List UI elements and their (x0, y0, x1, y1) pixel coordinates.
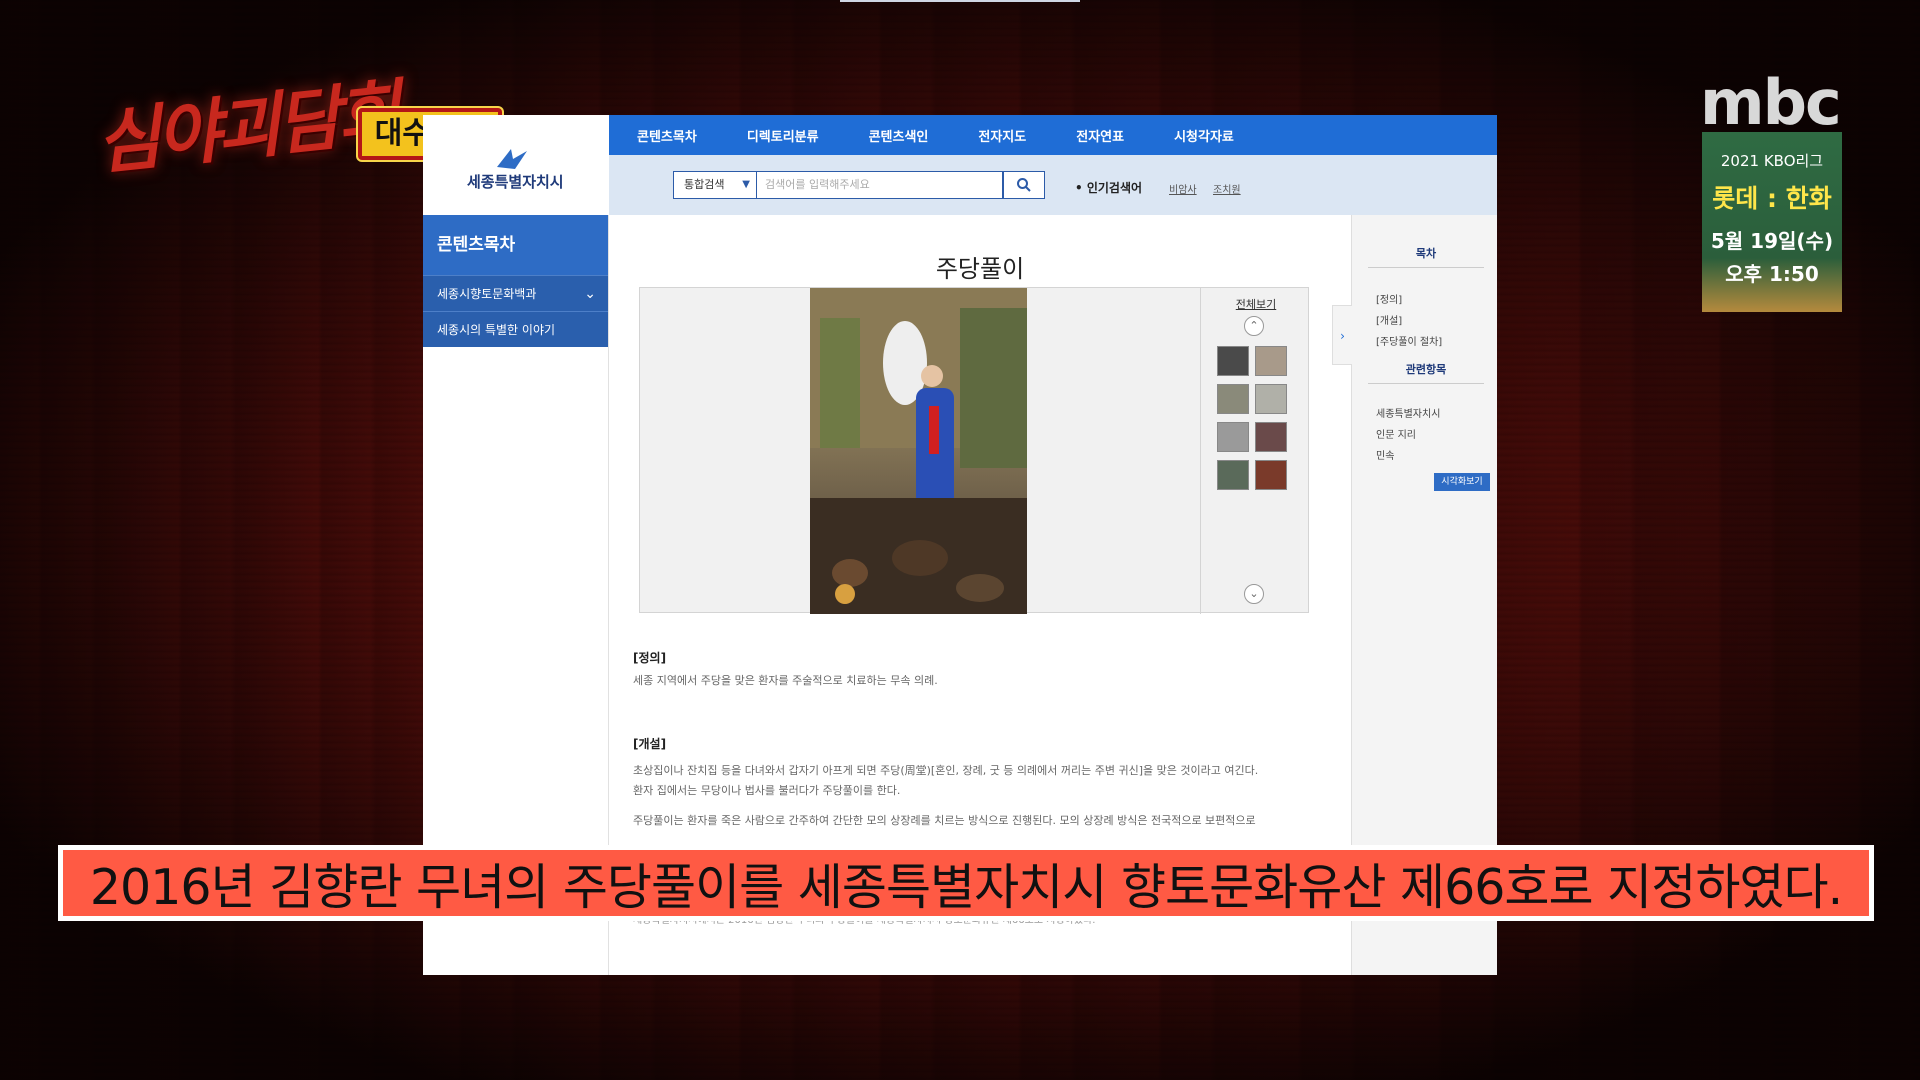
popular-term-1[interactable]: 비암사 (1169, 181, 1197, 196)
definition-text: 세종 지역에서 주당을 맞은 환자를 주술적으로 치료하는 무속 의례. (633, 674, 938, 687)
search-input[interactable]: 검색어를 입력해주세요 (757, 171, 1003, 199)
channel-logo: mbc (1700, 66, 1842, 139)
view-all-link[interactable]: 전체보기 (1201, 296, 1311, 312)
thumbnail[interactable] (1255, 422, 1287, 452)
subtitle-caption: 2016년 김향란 무녀의 주당풀이를 세종특별자치시 향토문화유산 제66호로… (58, 845, 1874, 921)
popular-term-2[interactable]: 조치원 (1213, 181, 1241, 196)
promo-line-3: 5월 19일(수) (1710, 229, 1834, 253)
show-title-logo: 심야괴담회 (92, 70, 402, 185)
overview-heading: [개설] (633, 737, 667, 751)
nav-item-directory[interactable]: 디렉토리분류 (747, 126, 819, 145)
page-title: 주당풀이 (935, 255, 1025, 283)
thumbnail[interactable] (1217, 384, 1249, 414)
overview-paragraph-1b: 환자 집에서는 무당이나 법사를 불러다가 주당풀이를 한다. (633, 784, 901, 797)
dropdown-caret-icon: ▼ (742, 179, 750, 190)
top-edge-strip (840, 0, 1080, 2)
chevron-up-icon[interactable]: ⌃ (1244, 316, 1264, 336)
site-logo[interactable]: 세종특별자치시 (423, 115, 609, 215)
main-nav: 콘텐츠목차 디렉토리분류 콘텐츠색인 전자지도 전자연표 시청각자료 (609, 115, 1497, 155)
sidebar-item-label: 세종시의 특별한 이야기 (437, 323, 556, 337)
main-photo[interactable] (810, 288, 1027, 614)
search-icon (1017, 178, 1031, 192)
definition-heading: [정의] (633, 651, 667, 665)
kbo-promo: 2021 KBO리그 롯데 : 한화 5월 19일(수) 오후 1:50 (1702, 132, 1842, 312)
thumbnail[interactable] (1217, 346, 1249, 376)
search-bar: 통합검색 ▼ 검색어를 입력해주세요 • 인기검색어 비암사 조치원 (609, 155, 1497, 215)
related-item-geography[interactable]: 인문 지리 (1376, 426, 1416, 441)
promo-line-1: 2021 KBO리그 (1720, 152, 1824, 170)
search-scope-label: 통합검색 (684, 178, 725, 191)
thumbnail[interactable] (1217, 422, 1249, 452)
overview-paragraph-1: 초상집이나 잔치집 등을 다녀와서 갑자기 아프게 되면 주당(周堂)[혼인, … (633, 764, 1259, 777)
visualize-button[interactable]: 시각화보기 (1434, 473, 1490, 491)
sidebar-item-stories[interactable]: 세종시의 특별한 이야기 (423, 311, 608, 347)
popular-search-label: • 인기검색어 (1075, 181, 1143, 195)
site-logo-text: 세종특별자치시 (467, 173, 564, 191)
thumbnail[interactable] (1255, 460, 1287, 490)
toc-item-overview[interactable]: [개설] (1376, 312, 1402, 327)
thumbnail-panel: 전체보기 ⌃ ⌄ (1200, 288, 1310, 614)
chevron-right-icon[interactable]: › (1332, 305, 1352, 365)
sidebar-item-encyclopedia[interactable]: 세종시향토문화백과 ⌄ (423, 275, 608, 311)
search-button[interactable] (1003, 171, 1045, 199)
toc-item-definition[interactable]: [정의] (1376, 291, 1402, 306)
nav-item-contents[interactable]: 콘텐츠목차 (637, 126, 697, 145)
related-item-sejong[interactable]: 세종특별자치시 (1376, 405, 1440, 420)
image-viewer: 전체보기 ⌃ ⌄ (639, 287, 1310, 614)
toc-heading: 목차 (1368, 245, 1484, 268)
thumbnail[interactable] (1255, 346, 1287, 376)
toc-item-procedure[interactable]: [주당풀이 절차] (1376, 333, 1442, 348)
thumbnail[interactable] (1217, 460, 1249, 490)
thumbnail[interactable] (1255, 384, 1287, 414)
nav-item-media[interactable]: 시청각자료 (1174, 126, 1234, 145)
nav-item-chronology[interactable]: 전자연표 (1076, 126, 1124, 145)
chevron-down-icon: ⌄ (584, 286, 596, 302)
search-scope-select[interactable]: 통합검색 ▼ (673, 171, 757, 199)
sejong-bird-icon (497, 149, 527, 169)
related-heading: 관련항목 (1368, 361, 1484, 384)
related-item-folklore[interactable]: 민속 (1376, 447, 1394, 462)
sidebar-item-label: 세종시향토문화백과 (437, 287, 537, 301)
promo-line-4: 오후 1:50 (1725, 262, 1819, 286)
nav-item-map[interactable]: 전자지도 (978, 126, 1026, 145)
overview-paragraph-2: 주당풀이는 환자를 죽은 사람으로 간주하여 간단한 모의 상장례를 치르는 방… (633, 814, 1256, 827)
shaman-ritual-photo (810, 288, 1027, 614)
nav-item-index[interactable]: 콘텐츠색인 (869, 126, 929, 145)
chevron-down-icon[interactable]: ⌄ (1244, 584, 1264, 604)
sidebar-title: 콘텐츠목차 (423, 215, 608, 275)
promo-line-2: 롯데 : 한화 (1712, 184, 1832, 213)
